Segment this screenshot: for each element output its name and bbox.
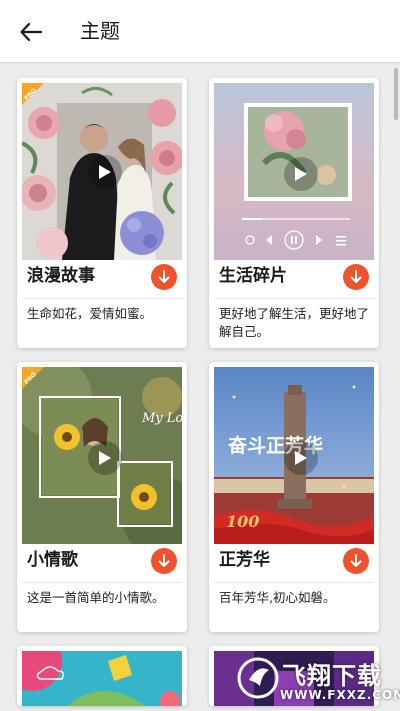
download-arrow-icon: [350, 270, 362, 283]
theme-name: 小情歌: [27, 550, 78, 570]
card-divider: [214, 298, 374, 299]
theme-name: 浪漫故事: [27, 266, 95, 286]
play-icon[interactable]: [88, 155, 122, 189]
theme-preview-image[interactable]: [22, 651, 182, 706]
card-divider: [22, 582, 182, 583]
theme-description: 百年芳华,初心如磐。: [219, 590, 336, 605]
download-arrow-icon: [350, 554, 362, 567]
preview-badge: 100: [226, 512, 259, 531]
back-button[interactable]: [14, 16, 48, 48]
play-icon[interactable]: [284, 441, 318, 475]
theme-card-romantic-story[interactable]: PRO 浪漫故事 生命如花，爱情如蜜。: [17, 78, 187, 348]
theme-card-little-love-song[interactable]: My Love PRO 小情歌 这是一首简单的小情歌。: [17, 362, 187, 632]
watermark: 飞翔下载 WWW.FXXZ.COM: [236, 650, 400, 711]
download-button[interactable]: [151, 548, 177, 574]
play-icon[interactable]: [284, 157, 318, 191]
theme-description: 这是一首简单的小情歌。: [27, 590, 165, 605]
page-title: 主题: [80, 19, 120, 43]
scrollbar[interactable]: [394, 68, 398, 120]
download-button[interactable]: [151, 264, 177, 290]
download-button[interactable]: [343, 548, 369, 574]
play-icon[interactable]: [88, 441, 122, 475]
theme-name: 正芳华: [219, 550, 270, 570]
theme-card-partial[interactable]: [17, 646, 187, 706]
theme-preview-image[interactable]: 奋斗正芳华 100: [214, 367, 374, 544]
card-divider: [214, 582, 374, 583]
watermark-logo-icon: [237, 657, 279, 699]
card-divider: [22, 298, 182, 299]
download-arrow-icon: [158, 554, 170, 567]
theme-description: 更好地了解生活，更好地了解自己。: [219, 306, 370, 339]
theme-screen: 主题 PRO 浪漫故事 生命如花，爱情如蜜。 生活碎片 更好地了解生活，更好地了…: [0, 0, 400, 711]
download-arrow-icon: [158, 270, 170, 283]
arrow-left-icon: [20, 23, 42, 41]
theme-card-prime-youth[interactable]: 奋斗正芳华 100 正芳华 百年芳华,初心如磐。: [209, 362, 379, 632]
theme-preview-image[interactable]: [214, 83, 374, 260]
theme-card-life-fragments[interactable]: 生活碎片 更好地了解生活，更好地了解自己。: [209, 78, 379, 348]
theme-name: 生活碎片: [219, 266, 287, 286]
top-app-bar: 主题: [0, 0, 400, 62]
watermark-url: WWW.FXXZ.COM: [280, 688, 400, 702]
download-button[interactable]: [343, 264, 369, 290]
theme-description: 生命如花，爱情如蜜。: [27, 306, 153, 321]
theme-preview-image[interactable]: PRO: [22, 83, 182, 260]
theme-preview-image[interactable]: My Love PRO: [22, 367, 182, 544]
watermark-title: 飞翔下载: [282, 662, 382, 690]
preview-overlay-text: My Love: [141, 411, 182, 426]
